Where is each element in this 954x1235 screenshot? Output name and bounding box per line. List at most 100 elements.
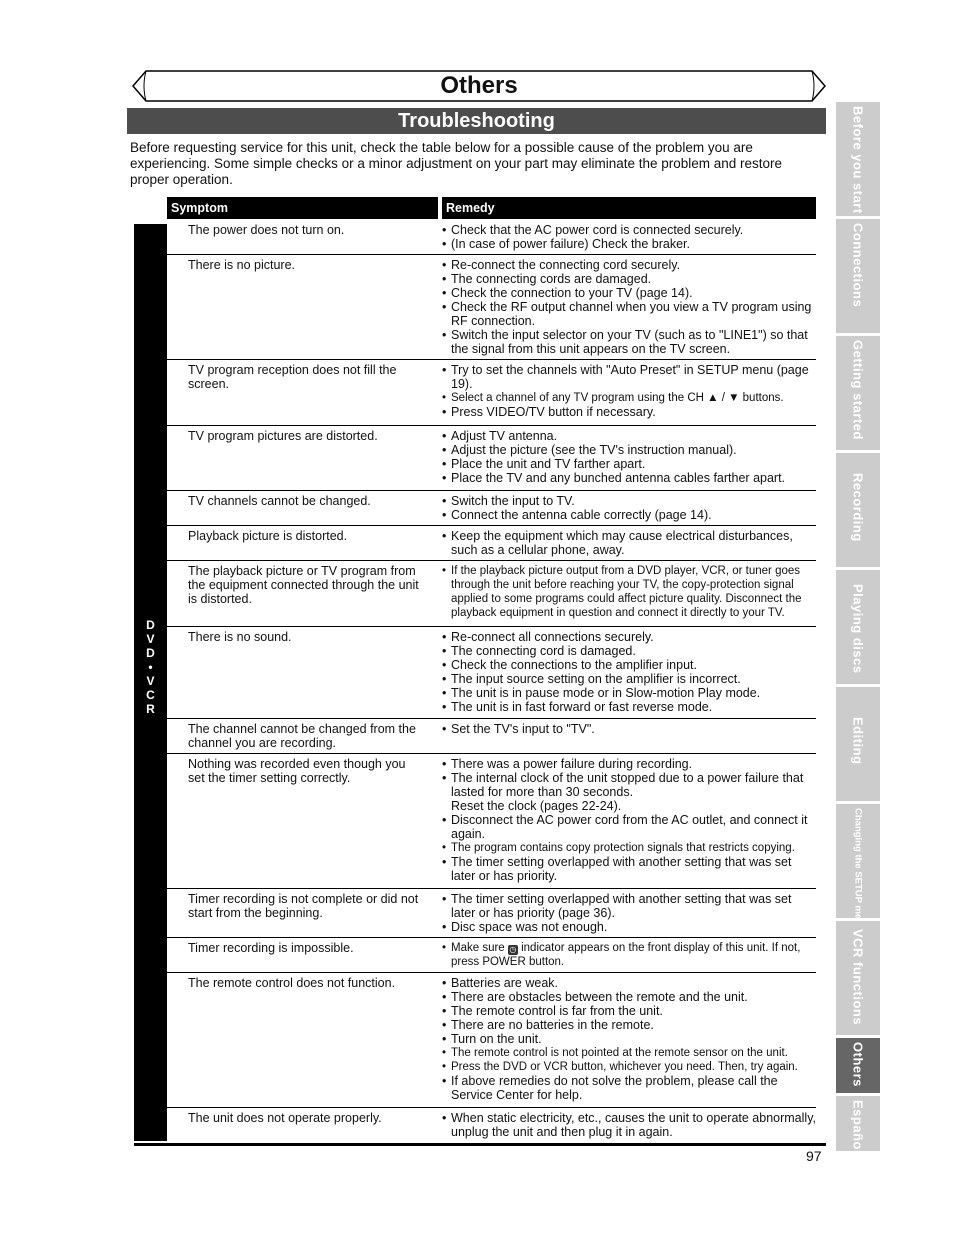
symptom-cell: There is no picture. [188, 258, 295, 272]
table-row: TV channels cannot be changed. Switch th… [167, 491, 816, 526]
symptom-cell: The channel cannot be changed from the c… [188, 722, 416, 750]
remedy-item: Disc space was not enough. [442, 920, 816, 934]
table-row: TV program reception does not fill the s… [167, 360, 816, 426]
category-letter: D [146, 618, 155, 632]
remedy-item: Re-connect the connecting cord securely. [442, 258, 816, 272]
remedy-cell: Set the TV's input to "TV". [423, 722, 816, 749]
side-tab-editing[interactable]: Editing [836, 687, 880, 801]
table-row: Nothing was recorded even though you set… [167, 754, 816, 889]
category-letter: R [146, 702, 155, 716]
remedy-item: Check the RF output channel when you vie… [442, 300, 816, 328]
column-header-symptom: Symptom [167, 197, 438, 219]
remedy-item: Check the connections to the amplifier i… [442, 658, 816, 672]
table-row: Timer recording is impossible. Make sure… [167, 938, 816, 973]
remedy-cell: Batteries are weak. There are obstacles … [423, 976, 816, 1103]
remedy-item: Place the unit and TV farther apart. [442, 457, 816, 471]
side-tab-vcr-functions[interactable]: VCR functions [836, 921, 880, 1035]
remedy-item: Adjust the picture (see the TV's instruc… [442, 443, 816, 457]
remedy-item: Turn on the unit. [442, 1032, 816, 1046]
remedy-item: The unit is in pause mode or in Slow-mot… [442, 686, 816, 700]
side-tab-connections[interactable]: Connections [836, 219, 880, 333]
page-number: 97 [806, 1148, 822, 1164]
remedy-item: Press the DVD or VCR button, whichever y… [442, 1060, 816, 1074]
page-title-banner: Others [132, 70, 826, 102]
remedy-item: The timer setting overlapped with anothe… [442, 855, 816, 883]
table-row: There is no sound. Re-connect all connec… [167, 627, 816, 719]
remedy-item: Switch the input to TV. [442, 494, 816, 508]
side-tab-changing-setup-menu[interactable]: Changing the SETUP menu [836, 804, 880, 918]
symptom-cell: Nothing was recorded even though you set… [188, 757, 406, 785]
table-row: There is no picture. Re-connect the conn… [167, 255, 816, 360]
side-tab-label: Getting started [850, 340, 866, 440]
category-label-dvd-vcr: D V D • V C R [134, 224, 167, 1141]
remedy-item: The connecting cords are damaged. [442, 272, 816, 286]
remedy-item: Check the connection to your TV (page 14… [442, 286, 816, 300]
remedy-cell: Check that the AC power cord is connecte… [423, 223, 816, 251]
side-tabs: Before you start Connections Getting sta… [836, 102, 880, 1154]
remedy-item: Batteries are weak. [442, 976, 816, 990]
table-row: The remote control does not function. Ba… [167, 973, 816, 1108]
troubleshooting-table: The power does not turn on. Check that t… [167, 220, 816, 1144]
remedy-item: The input source setting on the amplifie… [442, 672, 816, 686]
remedy-cell: Adjust TV antenna. Adjust the picture (s… [423, 429, 816, 486]
remedy-item: The unit is in fast forward or fast reve… [442, 700, 816, 714]
remedy-item: Connect the antenna cable correctly (pag… [442, 508, 816, 522]
remedy-item: Switch the input selector on your TV (su… [442, 328, 816, 356]
table-row: The channel cannot be changed from the c… [167, 719, 816, 754]
side-tab-others[interactable]: Others [836, 1038, 880, 1093]
remedy-item: The connecting cord is damaged. [442, 644, 816, 658]
symptom-cell: The playback picture or TV program from … [188, 564, 419, 606]
table-row: Timer recording is not complete or did n… [167, 889, 816, 938]
remedy-cell: The timer setting overlapped with anothe… [423, 892, 816, 934]
symptom-cell: Timer recording is impossible. [188, 941, 354, 955]
side-tab-label: Español [850, 1100, 866, 1151]
side-tab-recording[interactable]: Recording [836, 453, 880, 567]
remedy-item: When static electricity, etc., causes th… [442, 1111, 816, 1139]
symptom-cell: Playback picture is distorted. [188, 529, 348, 543]
remedy-item: The remote control is far from the unit. [442, 1004, 816, 1018]
category-letter: D [146, 646, 155, 660]
side-tab-before-you-start[interactable]: Before you start [836, 102, 880, 216]
side-tab-getting-started[interactable]: Getting started [836, 336, 880, 450]
category-letter: V [146, 674, 155, 688]
remedy-cell: There was a power failure during recordi… [423, 757, 816, 884]
remedy-cell: Switch the input to TV. Connect the ante… [423, 494, 816, 522]
symptom-cell: TV channels cannot be changed. [188, 494, 371, 508]
symptom-cell: The unit does not operate properly. [188, 1111, 382, 1125]
intro-paragraph: Before requesting service for this unit,… [130, 140, 783, 187]
remedy-cell: Make sure ◷ indicator appears on the fro… [423, 941, 816, 968]
table-row: The power does not turn on. Check that t… [167, 220, 816, 255]
remedy-item: Adjust TV antenna. [442, 429, 816, 443]
remedy-item: Place the TV and any bunched antenna cab… [442, 471, 816, 485]
side-tab-playing-discs[interactable]: Playing discs [836, 570, 880, 684]
remedy-item: The remote control is not pointed at the… [442, 1046, 816, 1060]
table-row: The playback picture or TV program from … [167, 561, 816, 627]
side-tab-label: Others [850, 1042, 866, 1087]
table-row: Playback picture is distorted. Keep the … [167, 526, 816, 561]
remedy-item: Try to set the channels with "Auto Prese… [442, 363, 816, 391]
table-row: The unit does not operate properly. When… [167, 1108, 816, 1144]
page-title: Others [440, 72, 518, 99]
remedy-cell: If the playback picture output from a DV… [423, 564, 816, 622]
remedy-item: There was a power failure during recordi… [442, 757, 816, 771]
remedy-item: Disconnect the AC power cord from the AC… [442, 813, 816, 841]
remedy-item: Check that the AC power cord is connecte… [442, 223, 816, 237]
remedy-cell: Re-connect the connecting cord securely.… [423, 258, 816, 356]
side-tab-label: Before you start [850, 106, 866, 214]
section-title: Troubleshooting [127, 108, 826, 134]
remedy-item: There are no batteries in the remote. [442, 1018, 816, 1032]
remedy-item: The program contains copy protection sig… [442, 841, 816, 855]
side-tab-label: Editing [850, 717, 866, 765]
remedy-cell: Try to set the channels with "Auto Prese… [423, 363, 816, 421]
side-tab-label: Connections [850, 223, 866, 308]
symptom-cell: TV program pictures are distorted. [188, 429, 378, 443]
remedy-item: (In case of power failure) Check the bra… [442, 237, 816, 251]
remedy-cell: Keep the equipment which may cause elect… [423, 529, 816, 557]
side-tab-label: Playing discs [850, 584, 866, 674]
remedy-item: Re-connect all connections securely. [442, 630, 816, 644]
side-tab-espanol[interactable]: Español [836, 1096, 880, 1151]
remedy-text: Make sure [451, 942, 505, 954]
remedy-item: If the playback picture output from a DV… [442, 564, 816, 620]
remedy-item: The timer setting overlapped with anothe… [442, 892, 816, 920]
category-letter: V [146, 632, 155, 646]
